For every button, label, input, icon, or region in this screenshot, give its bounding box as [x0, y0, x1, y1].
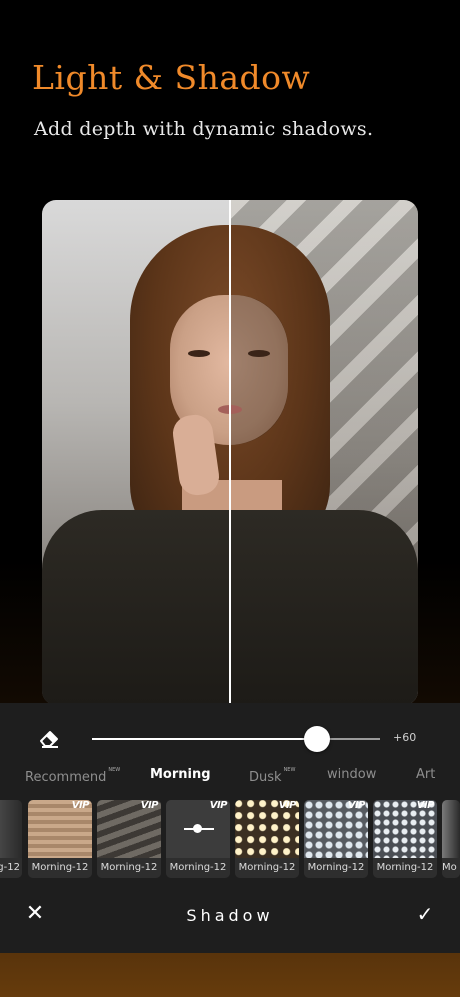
vip-badge: VIP [416, 800, 435, 811]
preset-thumbnail [0, 800, 22, 858]
preset-label: Morning-12 [304, 858, 368, 878]
preset-card[interactable]: Mo [442, 800, 460, 878]
preset-card[interactable]: VIP Morning-12 [97, 800, 161, 878]
preset-strip: Morning-12 VIP Morning-12 VIP Morning-12… [0, 800, 460, 880]
portrait-right-eye [248, 350, 270, 357]
tab-window[interactable]: window [327, 767, 376, 782]
preset-card[interactable]: VIP Morning-12 [304, 800, 368, 878]
tab-art[interactable]: Art [416, 767, 435, 782]
preset-card[interactable]: VIP Morning-12 [373, 800, 437, 878]
preset-label: Morning-12 [97, 858, 161, 878]
eraser-icon[interactable] [38, 727, 62, 749]
portrait-left-eye [188, 350, 210, 357]
vip-badge: VIP [209, 800, 228, 811]
preset-label: Morning-12 [0, 858, 22, 878]
vip-badge: VIP [347, 800, 366, 811]
preset-card[interactable]: VIP Morning-12 [28, 800, 92, 878]
tab-recommend[interactable]: Recommend NEW [25, 767, 120, 785]
intensity-value: +60 [393, 731, 417, 744]
preset-card[interactable]: VIP Morning-12 [235, 800, 299, 878]
intensity-slider-thumb[interactable] [303, 726, 330, 752]
vip-badge: VIP [71, 800, 90, 811]
preset-label: Morning-12 [166, 858, 230, 878]
preset-label: Mo [442, 858, 460, 878]
preset-label: Morning-12 [28, 858, 92, 878]
preset-card[interactable]: Morning-12 [0, 800, 22, 878]
preset-card[interactable]: VIP Morning-12 [166, 800, 230, 878]
preset-label: Morning-12 [235, 858, 299, 878]
preset-thumbnail [442, 800, 460, 858]
tab-dusk[interactable]: Dusk NEW [249, 767, 295, 785]
lamp-icon [193, 824, 202, 833]
vip-badge: VIP [140, 800, 159, 811]
subheadline: Add depth with dynamic shadows. [34, 118, 374, 140]
headline: Light & Shadow [32, 58, 311, 97]
intensity-slider-fill [92, 738, 317, 740]
category-tabs: Recommend NEW Morning Dusk NEW window Art [0, 767, 460, 787]
vip-badge: VIP [278, 800, 297, 811]
tab-morning[interactable]: Morning [150, 767, 211, 782]
checkmark-icon[interactable]: ✓ [414, 903, 436, 925]
toolbar-title: Shadow [186, 906, 274, 925]
compare-divider-handle[interactable] [229, 200, 231, 705]
preset-label: Morning-12 [373, 858, 437, 878]
